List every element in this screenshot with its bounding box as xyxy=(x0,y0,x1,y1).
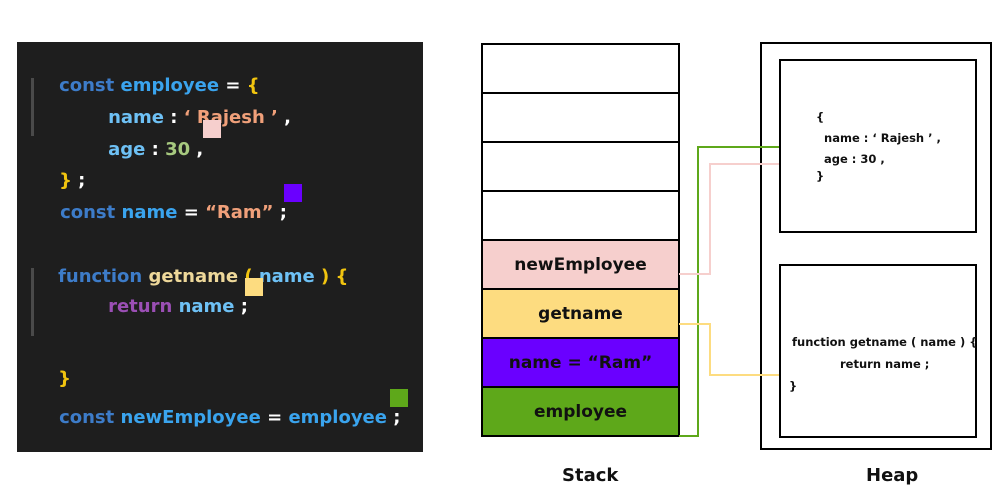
stack-cell-empty xyxy=(481,92,680,143)
swatch-getname-function xyxy=(245,278,263,296)
keyword-return: return xyxy=(108,296,173,317)
string-ram: “Ram” xyxy=(205,202,274,223)
heap-object-line: age : 30 , xyxy=(816,152,885,166)
stack-cell-label: getname xyxy=(538,303,623,324)
operator-assign: = xyxy=(177,202,206,223)
stack-label: Stack xyxy=(562,465,619,486)
heap-function-line: function getname ( name ) { xyxy=(792,335,978,349)
identifier-employee: employee xyxy=(288,407,387,428)
colon: : xyxy=(145,139,166,160)
heap-function-line: return name ; xyxy=(840,357,930,371)
swatch-employee-object xyxy=(203,120,221,138)
stack-cell-newEmployee: newEmployee xyxy=(481,239,680,290)
stack-cell-label: name = “Ram” xyxy=(508,352,653,373)
comma: , xyxy=(190,139,204,160)
heap-object-line: { xyxy=(816,110,825,124)
swatch-name-value xyxy=(284,184,302,202)
operator-assign: = xyxy=(260,407,289,428)
heap-function-box: function getname ( name ) { return name … xyxy=(779,264,977,438)
code-line-name-declaration: const name = “Ram” ; xyxy=(35,180,287,246)
heap-label: Heap xyxy=(866,465,919,486)
indent-guide xyxy=(31,268,34,336)
code-line-return: return name ; xyxy=(83,274,248,340)
heap-object-line: } xyxy=(816,169,825,183)
semicolon: ; xyxy=(273,202,287,223)
close-paren: ) xyxy=(314,266,336,287)
stack-cell-empty xyxy=(481,190,680,241)
keyword-const: const xyxy=(59,407,115,428)
stack-cell-empty xyxy=(481,141,680,192)
semicolon: ; xyxy=(386,407,401,428)
stack: newEmployee getname name = “Ram” employe… xyxy=(481,43,680,437)
heap-object-box: { name : ‘ Rajesh ’ , age : 30 , } xyxy=(779,59,977,233)
stack-cell-employee: employee xyxy=(481,386,680,437)
identifier-name: name xyxy=(121,202,178,223)
code-line-age-property: age : 30 , xyxy=(83,117,203,183)
open-brace: { xyxy=(335,266,349,287)
comma: , xyxy=(277,107,291,128)
stack-cell-getname: getname xyxy=(481,288,680,339)
keyword-const: const xyxy=(60,202,116,223)
identifier-name: name xyxy=(178,296,235,317)
swatch-new-employee xyxy=(390,389,408,407)
heap-function-line: } xyxy=(789,379,798,393)
stack-cell-label: newEmployee xyxy=(514,254,647,275)
code-panel: const employee = { name : ‘ Rajesh ’ , a… xyxy=(17,42,423,452)
semicolon: ; xyxy=(234,296,248,317)
stack-cell-empty xyxy=(481,43,680,94)
code-line-new-employee-declaration: const newEmployee = employee ; xyxy=(34,385,400,451)
number-30: 30 xyxy=(165,139,191,160)
stack-cell-label: employee xyxy=(533,401,628,422)
param-name: name xyxy=(258,266,315,287)
identifier-newEmployee: newEmployee xyxy=(120,407,261,428)
indent-guide xyxy=(31,78,34,136)
stack-cell-name-ram: name = “Ram” xyxy=(481,337,680,388)
property-age: age xyxy=(108,139,146,160)
heap-object-line: name : ‘ Rajesh ’ , xyxy=(816,131,941,145)
